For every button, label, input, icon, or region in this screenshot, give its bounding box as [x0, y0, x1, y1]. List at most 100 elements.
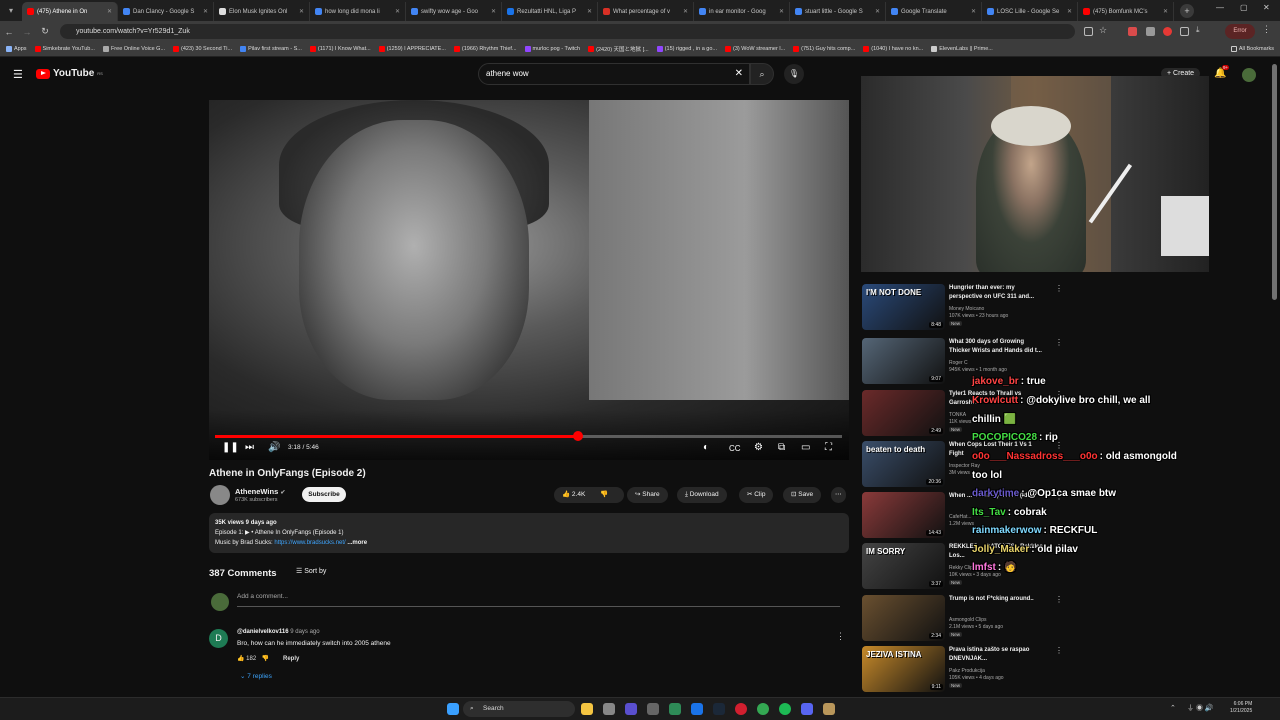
browser-tab[interactable]: LOSC Lille - Google Se ✕ [982, 2, 1078, 21]
install-icon[interactable] [1084, 27, 1093, 36]
recommended-channel[interactable]: CafeHat... [949, 514, 972, 520]
video-thumbnail[interactable]: 14:43 [862, 492, 945, 538]
settings-gear-icon[interactable]: ⚙ [754, 442, 763, 453]
comment-time[interactable]: 9 days ago [290, 629, 319, 635]
commenter-handle[interactable]: @danielvelkov116 [237, 629, 289, 635]
pause-icon[interactable]: ❚❚ [222, 442, 239, 453]
app-icon[interactable] [691, 703, 703, 715]
close-tab-icon[interactable]: ✕ [107, 8, 112, 15]
bookmark-item[interactable]: (1966) Rhythm Thief... [453, 46, 517, 52]
app-icon[interactable] [823, 703, 835, 715]
maximize-icon[interactable]: ▢ [1240, 3, 1248, 12]
share-button[interactable]: ↪ Share [627, 487, 668, 503]
sort-by-button[interactable]: ☰ Sort by [296, 567, 326, 575]
bookmark-item[interactable]: (15) rigged , in a go... [656, 46, 717, 52]
bookmark-item[interactable]: (3) WoW streamer l... [724, 46, 785, 52]
reply-button[interactable]: Reply [283, 656, 299, 662]
browser-tab[interactable]: (475) Bomfunk MC's ✕ [1078, 2, 1174, 21]
video-menu-icon[interactable]: ⋮ [1055, 284, 1063, 293]
voice-search-button[interactable]: 🎙 [784, 64, 804, 84]
recommended-channel[interactable]: Inspector Ray [949, 463, 980, 469]
account-avatar[interactable] [1242, 68, 1256, 82]
channel-name[interactable]: AtheneWins ✔ [235, 487, 285, 496]
bookmark-item[interactable]: Free Online Voice G... [102, 46, 165, 52]
close-tab-icon[interactable]: ✕ [875, 8, 880, 15]
browser-tab[interactable]: Elon Musk Ignites Onl ✕ [214, 2, 310, 21]
subscribe-button[interactable]: Subscribe [302, 487, 346, 502]
channel-avatar[interactable] [210, 485, 230, 505]
bookmark-item[interactable]: (751) Guy hits comp... [793, 46, 855, 52]
thumbs-up-icon[interactable]: 👍 [562, 491, 570, 498]
tab-search-icon[interactable]: ▾ [0, 6, 22, 15]
bookmark-item[interactable]: (1259) I APPRECIATE... [378, 46, 446, 52]
add-comment-input[interactable]: Add a comment... [237, 593, 840, 607]
theater-mode-icon[interactable]: ▭ [801, 442, 810, 453]
captions-icon[interactable]: CC [729, 444, 741, 453]
settings-icon[interactable] [603, 703, 615, 715]
menu-icon[interactable]: ⋮ [1262, 24, 1271, 34]
browser-tab[interactable]: (475) Athene in On ✕ [22, 2, 118, 21]
browser-tab[interactable]: Dan Clancy - Google S ✕ [118, 2, 214, 21]
profile-error-pill[interactable]: Error [1225, 24, 1255, 39]
hamburger-menu-icon[interactable]: ☰ [13, 68, 23, 81]
browser-tab[interactable]: swifty wow age - Goo ✕ [406, 2, 502, 21]
bookmark-item[interactable]: (1171) I Know What... [309, 46, 371, 52]
extension-icon[interactable] [1128, 27, 1137, 36]
bookmark-item[interactable]: (1040) I have no kn... [863, 46, 923, 52]
tray-icons[interactable]: ⏚ ◉ 🔊 [1187, 703, 1214, 713]
fullscreen-icon[interactable]: ⛶ [825, 442, 832, 453]
back-icon[interactable]: ← [0, 27, 18, 37]
chrome-icon[interactable] [757, 703, 769, 715]
close-tab-icon[interactable]: ✕ [779, 8, 784, 15]
close-tab-icon[interactable]: ✕ [299, 8, 304, 15]
spotify-icon[interactable] [779, 703, 791, 715]
volume-icon[interactable]: 🔊 [268, 442, 280, 453]
video-player[interactable] [209, 100, 849, 460]
taskbar-search[interactable]: ⌕ Search [463, 701, 575, 717]
address-bar[interactable]: youtube.com/watch?v=Yr529d1_Zuk [60, 24, 1075, 39]
bookmark-item[interactable]: (423) 30 Second Ti... [173, 46, 232, 52]
video-thumbnail[interactable]: 2:49 [862, 390, 945, 436]
recommended-channel[interactable]: Money Moicano [949, 306, 984, 312]
comment-menu-icon[interactable]: ⋮ [836, 631, 845, 642]
show-more-link[interactable]: ...more [346, 540, 367, 546]
browser-tab[interactable]: stuart little - Google S ✕ [790, 2, 886, 21]
opera-icon[interactable] [735, 703, 747, 715]
download-icon[interactable]: ⤓ [1196, 25, 1205, 34]
vs-icon[interactable] [625, 703, 637, 715]
miniplayer-icon[interactable]: ⧉ [778, 442, 785, 453]
steam-icon[interactable] [713, 703, 725, 715]
recommended-video[interactable]: JEZIVA ISTINA 9:11 Prava istina zašto se r… [862, 646, 1082, 696]
video-menu-icon[interactable]: ⋮ [1055, 646, 1063, 655]
video-thumbnail[interactable]: IM SORRY 3:37 [862, 543, 945, 589]
description-link[interactable]: https://www.bradsucks.net/ [274, 540, 345, 546]
bookmark-item[interactable]: Simkebrate YouTub... [34, 46, 95, 52]
browser-tab[interactable]: in ear monitor - Goog ✕ [694, 2, 790, 21]
browser-tab[interactable]: Rezultatti HNL, Liga P ✕ [502, 2, 598, 21]
comment-like-icon[interactable]: 👍 [237, 656, 244, 662]
close-tab-icon[interactable]: ✕ [587, 8, 592, 15]
description-box[interactable]: 35K views 9 days ago Episode 1: ▶ • Athe… [209, 513, 849, 553]
close-tab-icon[interactable]: ✕ [683, 8, 688, 15]
video-thumbnail[interactable]: 9:07 [862, 338, 945, 384]
video-thumbnail[interactable]: I'M NOT DONE 8:48 [862, 284, 945, 330]
minimize-icon[interactable]: — [1216, 3, 1224, 12]
bookmark-item[interactable]: murloc pog - Twitch [524, 46, 580, 52]
download-button[interactable]: ⤓ Download [677, 487, 727, 503]
app-icon[interactable] [647, 703, 659, 715]
bookmark-item[interactable]: (2420) 天国と地獄 [... [588, 45, 649, 53]
commenter-avatar[interactable]: D [209, 629, 228, 648]
recommended-video[interactable]: beaten to death 20:36 When Cops Lost Their… [862, 441, 1082, 491]
view-replies-button[interactable]: ⌄ 7 replies [240, 672, 272, 680]
tray-chevron-icon[interactable]: ⌃ [1170, 704, 1176, 712]
video-thumbnail[interactable]: beaten to death 20:36 [862, 441, 945, 487]
star-icon[interactable]: ☆ [1099, 25, 1108, 35]
close-window-icon[interactable]: ✕ [1263, 3, 1270, 12]
taskbar-clock[interactable]: 6:06 PM 1/21/2025 [1230, 701, 1252, 715]
close-tab-icon[interactable]: ✕ [491, 8, 496, 15]
thumbs-down-icon[interactable]: 👎 [600, 487, 608, 503]
forward-icon[interactable]: → [18, 27, 36, 37]
browser-tab[interactable]: What percentage of v ✕ [598, 2, 694, 21]
extensions-puzzle-icon[interactable] [1180, 27, 1189, 36]
page-scrollbar[interactable] [1272, 64, 1277, 300]
